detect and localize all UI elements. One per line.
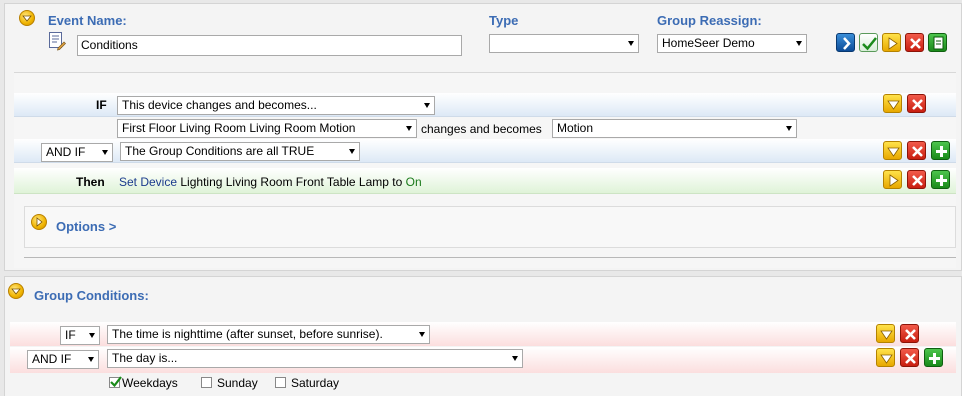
andif-delete-button[interactable]: [907, 141, 926, 160]
action-value: On: [405, 175, 422, 189]
trigger-value-value: Motion: [557, 121, 594, 135]
chevron-down-icon: [419, 332, 425, 337]
saturday-checkbox[interactable]: [275, 377, 286, 388]
trigger-device-value: First Floor Living Room Living Room Moti…: [122, 121, 356, 135]
weekdays-label: Weekdays: [122, 376, 178, 390]
group-andif-condition-value: The day is...: [112, 351, 178, 365]
group-if-delete-button[interactable]: [900, 324, 919, 343]
event-name-label: Event Name:: [48, 13, 127, 28]
run-event-button[interactable]: [836, 33, 855, 52]
group-andif-delete-button[interactable]: [900, 348, 919, 367]
collapse-event-icon[interactable]: [19, 10, 35, 26]
chevron-down-icon: [887, 100, 900, 110]
group-reassign-select[interactable]: HomeSeer Demo: [657, 34, 807, 53]
group-andif-select-value: AND IF: [32, 352, 72, 366]
weekdays-checkbox[interactable]: [109, 376, 122, 388]
chevron-down-icon: [424, 103, 430, 108]
group-andif-select[interactable]: AND IF: [27, 350, 99, 369]
andif-condition-select[interactable]: The Group Conditions are all TRUE: [120, 142, 360, 161]
group-reassign-value: HomeSeer Demo: [662, 36, 755, 50]
saturday-label: Saturday: [291, 376, 340, 390]
group-reassign-label: Group Reassign:: [657, 13, 762, 28]
type-select[interactable]: [489, 34, 639, 53]
action-to-text: to: [392, 175, 403, 189]
group-andif-condition-select[interactable]: The day is...: [107, 349, 523, 368]
plus-icon: [936, 175, 947, 186]
group-if-select[interactable]: IF: [60, 326, 100, 345]
changes-and-becomes-text: changes and becomes: [421, 122, 542, 136]
andif-add-button[interactable]: [931, 141, 950, 160]
chevron-right-icon: [843, 37, 851, 50]
checkmark-icon: [110, 376, 122, 388]
close-icon: [905, 329, 916, 340]
section-divider: [24, 257, 956, 258]
action-summary: Set Device Lighting Living Room Front Ta…: [119, 175, 422, 189]
chevron-down-icon: [88, 357, 94, 362]
play-icon: [888, 37, 898, 50]
enable-event-button[interactable]: [859, 33, 878, 52]
trigger-delete-button[interactable]: [907, 94, 926, 113]
expand-options-icon[interactable]: [31, 214, 47, 230]
options-link[interactable]: Options >: [56, 219, 116, 234]
group-andif-add-button[interactable]: [924, 348, 943, 367]
andif-condition-value: The Group Conditions are all TRUE: [125, 144, 315, 158]
action-play-button[interactable]: [883, 170, 902, 189]
document-copy-icon: [933, 36, 944, 50]
if-label: IF: [96, 98, 107, 112]
then-label: Then: [76, 175, 105, 189]
close-icon: [905, 353, 916, 364]
group-if-condition-select[interactable]: The time is nighttime (after sunset, bef…: [107, 325, 430, 344]
trigger-condition-value: This device changes and becomes...: [122, 98, 317, 112]
play-event-button[interactable]: [882, 33, 901, 52]
delete-event-button[interactable]: [905, 33, 924, 52]
andif-select[interactable]: AND IF: [41, 143, 113, 162]
chevron-down-icon: [102, 150, 108, 155]
chevron-down-icon: [406, 126, 412, 131]
group-if-select-value: IF: [65, 328, 76, 342]
group-if-options-button[interactable]: [876, 324, 895, 343]
clone-event-button[interactable]: [928, 33, 947, 52]
chevron-down-icon: [628, 41, 634, 46]
close-icon: [912, 99, 923, 110]
plus-icon: [936, 146, 947, 157]
sunday-checkbox[interactable]: [201, 377, 212, 388]
group-andif-options-button[interactable]: [876, 348, 895, 367]
event-name-input[interactable]: Conditions: [77, 35, 462, 56]
collapse-group-icon[interactable]: [8, 283, 24, 299]
type-label: Type: [489, 13, 519, 28]
action-delete-button[interactable]: [907, 170, 926, 189]
play-icon: [889, 174, 899, 187]
action-device-name: Lighting Living Room Front Table Lamp: [180, 175, 389, 189]
trigger-device-select[interactable]: First Floor Living Room Living Room Moti…: [117, 119, 417, 138]
trigger-value-select[interactable]: Motion: [552, 119, 797, 138]
andif-select-value: AND IF: [46, 145, 86, 159]
edit-document-icon[interactable]: [48, 31, 66, 51]
group-if-condition-value: The time is nighttime (after sunset, bef…: [112, 327, 383, 341]
chevron-down-icon: [796, 41, 802, 46]
chevron-down-icon: [786, 126, 792, 131]
andif-options-button[interactable]: [883, 141, 902, 160]
close-icon: [912, 175, 923, 186]
chevron-down-icon: [512, 356, 518, 361]
checkmark-icon: [862, 37, 877, 51]
sunday-label: Sunday: [217, 376, 258, 390]
set-device-link[interactable]: Set Device: [119, 175, 177, 189]
close-icon: [912, 146, 923, 157]
plus-icon: [929, 353, 940, 364]
group-conditions-header: Group Conditions:: [34, 288, 149, 303]
chevron-down-icon: [880, 330, 893, 340]
trigger-condition-select[interactable]: This device changes and becomes...: [117, 96, 435, 115]
options-box: [24, 206, 956, 248]
chevron-down-icon: [89, 333, 95, 338]
close-icon: [910, 38, 921, 49]
chevron-down-icon: [887, 147, 900, 157]
chevron-down-icon: [349, 149, 355, 154]
trigger-options-button[interactable]: [883, 94, 902, 113]
chevron-down-icon: [880, 354, 893, 364]
action-add-button[interactable]: [931, 170, 950, 189]
